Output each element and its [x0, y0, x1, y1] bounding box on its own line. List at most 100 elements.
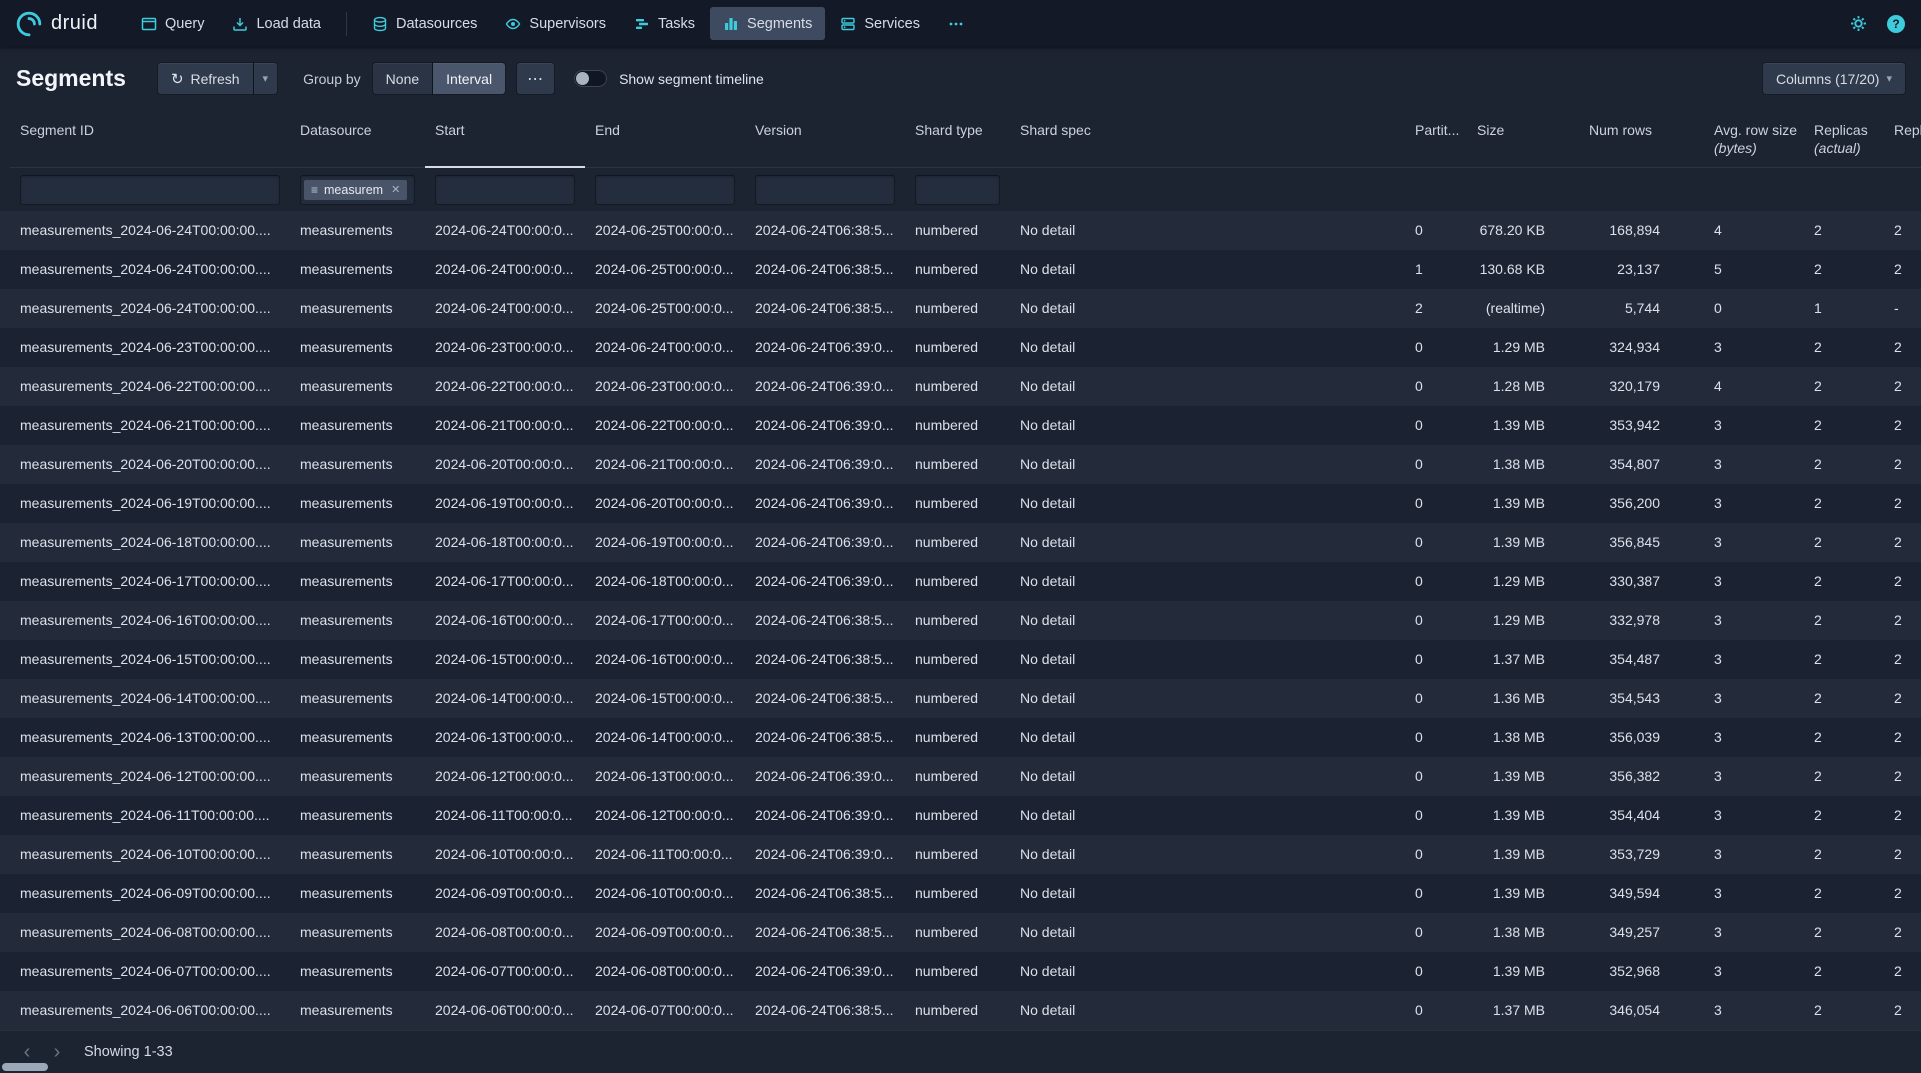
cell-replication-factor[interactable]: 2 — [1884, 211, 1921, 250]
cell-datasource[interactable]: measurements — [290, 640, 425, 679]
cell-datasource[interactable]: measurements — [290, 913, 425, 952]
column-header-replication-factor[interactable]: Replication factor — [1884, 110, 1921, 168]
cell-shard-spec[interactable]: No detail — [1010, 991, 1405, 1030]
cell-shard-type[interactable]: numbered — [905, 562, 1010, 601]
cell-start[interactable]: 2024-06-18T00:00:0... — [425, 523, 585, 562]
cell-shard-type[interactable]: numbered — [905, 211, 1010, 250]
cell-end[interactable]: 2024-06-14T00:00:0... — [585, 718, 745, 757]
cell-end[interactable]: 2024-06-15T00:00:0... — [585, 679, 745, 718]
cell-segment-id[interactable]: measurements_2024-06-24T00:00:00.... — [10, 289, 290, 328]
cell-start[interactable]: 2024-06-21T00:00:0... — [425, 406, 585, 445]
cell-end[interactable]: 2024-06-25T00:00:0... — [585, 250, 745, 289]
nav-item-services[interactable]: Services — [827, 7, 933, 40]
cell-replicas[interactable]: 2 — [1804, 484, 1884, 523]
cell-segment-id[interactable]: measurements_2024-06-19T00:00:00.... — [10, 484, 290, 523]
cell-num-rows[interactable]: 356,382 — [1579, 757, 1704, 796]
cell-start[interactable]: 2024-06-19T00:00:0... — [425, 484, 585, 523]
refresh-dropdown-button[interactable]: ▾ — [254, 63, 278, 94]
cell-end[interactable]: 2024-06-16T00:00:0... — [585, 640, 745, 679]
cell-version[interactable]: 2024-06-24T06:38:5... — [745, 874, 905, 913]
cell-partition[interactable]: 0 — [1405, 757, 1467, 796]
cell-shard-spec[interactable]: No detail — [1010, 289, 1405, 328]
cell-start[interactable]: 2024-06-24T00:00:0... — [425, 211, 585, 250]
column-header-avg-row-size[interactable]: Avg. row size (bytes) — [1704, 110, 1804, 168]
cell-replicas[interactable]: 2 — [1804, 328, 1884, 367]
cell-size[interactable]: 1.39 MB — [1467, 835, 1579, 874]
cell-shard-spec[interactable]: No detail — [1010, 250, 1405, 289]
cell-end[interactable]: 2024-06-22T00:00:0... — [585, 406, 745, 445]
cell-version[interactable]: 2024-06-24T06:39:0... — [745, 757, 905, 796]
cell-avg-row-size[interactable]: 4 — [1704, 367, 1804, 406]
cell-version[interactable]: 2024-06-24T06:39:0... — [745, 523, 905, 562]
nav-item-datasources[interactable]: Datasources — [359, 7, 490, 40]
cell-version[interactable]: 2024-06-24T06:38:5... — [745, 718, 905, 757]
end-filter-input[interactable] — [595, 175, 735, 205]
cell-shard-type[interactable]: numbered — [905, 289, 1010, 328]
cell-replication-factor[interactable]: 2 — [1884, 445, 1921, 484]
cell-shard-type[interactable]: numbered — [905, 484, 1010, 523]
cell-size[interactable]: 1.39 MB — [1467, 406, 1579, 445]
cell-datasource[interactable]: measurements — [290, 679, 425, 718]
cell-version[interactable]: 2024-06-24T06:38:5... — [745, 211, 905, 250]
cell-end[interactable]: 2024-06-24T00:00:0... — [585, 328, 745, 367]
cell-replication-factor[interactable]: 2 — [1884, 523, 1921, 562]
cell-replication-factor[interactable]: - — [1884, 289, 1921, 328]
cell-shard-spec[interactable]: No detail — [1010, 874, 1405, 913]
cell-segment-id[interactable]: measurements_2024-06-17T00:00:00.... — [10, 562, 290, 601]
column-header-partition[interactable]: Partit... — [1405, 110, 1467, 168]
cell-start[interactable]: 2024-06-11T00:00:0... — [425, 796, 585, 835]
cell-version[interactable]: 2024-06-24T06:38:5... — [745, 679, 905, 718]
cell-end[interactable]: 2024-06-12T00:00:0... — [585, 796, 745, 835]
datasource-filter-input[interactable]: ≡ measurem ✕ — [300, 175, 415, 205]
cell-num-rows[interactable]: 354,807 — [1579, 445, 1704, 484]
cell-end[interactable]: 2024-06-17T00:00:0... — [585, 601, 745, 640]
cell-end[interactable]: 2024-06-20T00:00:0... — [585, 484, 745, 523]
nav-item-tasks[interactable]: Tasks — [621, 7, 708, 40]
cell-segment-id[interactable]: measurements_2024-06-07T00:00:00.... — [10, 952, 290, 991]
cell-version[interactable]: 2024-06-24T06:39:0... — [745, 562, 905, 601]
cell-num-rows[interactable]: 354,543 — [1579, 679, 1704, 718]
cell-end[interactable]: 2024-06-07T00:00:0... — [585, 991, 745, 1030]
cell-replicas[interactable]: 2 — [1804, 874, 1884, 913]
cell-shard-spec[interactable]: No detail — [1010, 913, 1405, 952]
cell-partition[interactable]: 0 — [1405, 211, 1467, 250]
cell-shard-spec[interactable]: No detail — [1010, 601, 1405, 640]
cell-shard-spec[interactable]: No detail — [1010, 757, 1405, 796]
cell-shard-type[interactable]: numbered — [905, 250, 1010, 289]
cell-version[interactable]: 2024-06-24T06:39:0... — [745, 406, 905, 445]
nav-more-button[interactable] — [935, 7, 977, 40]
cell-segment-id[interactable]: measurements_2024-06-16T00:00:00.... — [10, 601, 290, 640]
cell-num-rows[interactable]: 354,404 — [1579, 796, 1704, 835]
cell-num-rows[interactable]: 349,257 — [1579, 913, 1704, 952]
cell-version[interactable]: 2024-06-24T06:39:0... — [745, 796, 905, 835]
cell-segment-id[interactable]: measurements_2024-06-20T00:00:00.... — [10, 445, 290, 484]
cell-avg-row-size[interactable]: 3 — [1704, 601, 1804, 640]
cell-replicas[interactable]: 2 — [1804, 445, 1884, 484]
cell-num-rows[interactable]: 353,942 — [1579, 406, 1704, 445]
cell-datasource[interactable]: measurements — [290, 874, 425, 913]
cell-version[interactable]: 2024-06-24T06:39:0... — [745, 328, 905, 367]
cell-shard-type[interactable]: numbered — [905, 718, 1010, 757]
start-filter-input[interactable] — [435, 175, 575, 205]
cell-datasource[interactable]: measurements — [290, 289, 425, 328]
cell-size[interactable]: 678.20 KB — [1467, 211, 1579, 250]
cell-segment-id[interactable]: measurements_2024-06-24T00:00:00.... — [10, 211, 290, 250]
cell-version[interactable]: 2024-06-24T06:38:5... — [745, 601, 905, 640]
cell-avg-row-size[interactable]: 3 — [1704, 562, 1804, 601]
cell-num-rows[interactable]: 353,729 — [1579, 835, 1704, 874]
refresh-button[interactable]: ↻ Refresh — [158, 63, 253, 94]
cell-segment-id[interactable]: measurements_2024-06-15T00:00:00.... — [10, 640, 290, 679]
cell-avg-row-size[interactable]: 3 — [1704, 796, 1804, 835]
cell-avg-row-size[interactable]: 5 — [1704, 250, 1804, 289]
cell-partition[interactable]: 0 — [1405, 913, 1467, 952]
cell-num-rows[interactable]: 352,968 — [1579, 952, 1704, 991]
cell-replicas[interactable]: 2 — [1804, 406, 1884, 445]
cell-datasource[interactable]: measurements — [290, 835, 425, 874]
version-filter-input[interactable] — [755, 175, 895, 205]
cell-size[interactable]: 1.38 MB — [1467, 913, 1579, 952]
cell-size[interactable]: 1.39 MB — [1467, 796, 1579, 835]
cell-avg-row-size[interactable]: 3 — [1704, 757, 1804, 796]
cell-version[interactable]: 2024-06-24T06:39:0... — [745, 484, 905, 523]
cell-shard-type[interactable]: numbered — [905, 952, 1010, 991]
cell-shard-type[interactable]: numbered — [905, 367, 1010, 406]
